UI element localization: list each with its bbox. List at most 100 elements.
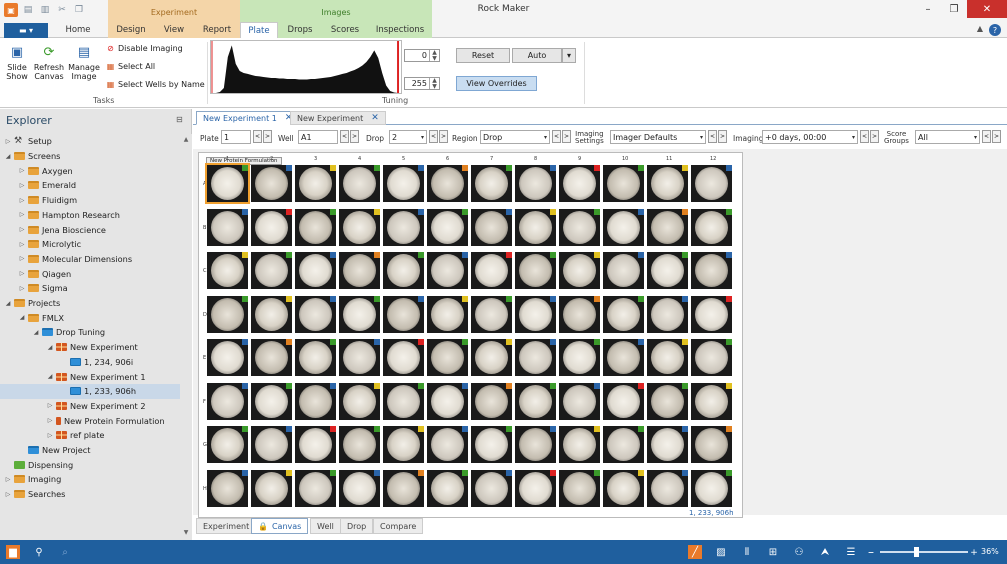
well-image[interactable]	[295, 252, 336, 289]
view-tab-experiment[interactable]: Experiment	[196, 518, 257, 534]
well-image[interactable]	[559, 208, 600, 246]
prev-icon[interactable]: <	[708, 130, 717, 143]
well-image[interactable]	[251, 208, 292, 246]
tree-item[interactable]: ◢ FMLX	[0, 310, 180, 325]
close-icon[interactable]: ✕	[967, 0, 1007, 18]
prev-icon[interactable]: <	[340, 130, 349, 143]
scroll-down-icon[interactable]: ▼	[180, 529, 192, 536]
auto-button[interactable]: Auto	[512, 48, 562, 63]
well-image[interactable]	[251, 339, 292, 376]
well-image[interactable]	[471, 339, 512, 376]
restore-icon[interactable]: ❐	[941, 0, 967, 18]
well-image[interactable]	[515, 165, 556, 202]
well-image[interactable]	[339, 208, 380, 246]
well-image[interactable]	[339, 295, 380, 333]
tab-view[interactable]: View	[154, 22, 194, 38]
well-image[interactable]	[471, 469, 512, 507]
tree-item[interactable]: ▷ Axygen	[0, 163, 180, 178]
next-icon[interactable]: >	[439, 130, 448, 143]
well-image[interactable]	[603, 382, 644, 420]
well-image[interactable]	[559, 469, 600, 507]
expand-arrow-icon[interactable]: ▷	[4, 138, 12, 145]
expand-arrow-icon[interactable]: ▷	[46, 417, 54, 424]
reset-button[interactable]: Reset	[456, 48, 510, 63]
tree-item[interactable]: ◢ New Experiment	[0, 340, 180, 355]
well-image[interactable]	[647, 295, 688, 333]
columns-icon[interactable]: ⫴	[740, 545, 754, 559]
spin-up-icon[interactable]: ▲ ▼	[429, 50, 439, 62]
next-icon[interactable]: >	[562, 130, 571, 143]
well-image[interactable]	[471, 382, 512, 420]
well-image[interactable]	[647, 469, 688, 507]
next-icon[interactable]: >	[992, 130, 1001, 143]
imaging-settings-select[interactable]: Imager Defaults ▾	[610, 130, 706, 144]
well-image[interactable]	[559, 339, 600, 376]
next-icon[interactable]: >	[870, 130, 879, 143]
tab-home[interactable]: Home	[56, 22, 100, 38]
drop-select[interactable]: 2 ▾	[389, 130, 427, 144]
view-tab-well[interactable]: Well	[310, 518, 341, 534]
well-image[interactable]	[691, 208, 732, 246]
well-image[interactable]	[383, 252, 424, 289]
well-image[interactable]	[691, 382, 732, 420]
prev-icon[interactable]: <	[860, 130, 869, 143]
well-image[interactable]	[251, 295, 292, 333]
well-image[interactable]	[427, 382, 468, 420]
manage-image-button[interactable]: ▤ Manage Image	[67, 44, 101, 82]
well-image[interactable]	[205, 163, 250, 204]
tree-item[interactable]: ▷ Fluidigm	[0, 193, 180, 208]
tree-item[interactable]: ▷ Jena Bioscience	[0, 222, 180, 237]
well-image[interactable]	[647, 382, 688, 420]
tree-item[interactable]: ▷ Sigma	[0, 281, 180, 296]
well-image[interactable]	[471, 426, 512, 463]
well-image[interactable]	[691, 295, 732, 333]
spin-down-icon[interactable]: ▲ ▼	[429, 78, 439, 90]
well-image[interactable]	[559, 426, 600, 463]
tuning-low-input[interactable]: 0 ▲ ▼	[404, 49, 440, 62]
save-all-icon[interactable]: ▥	[38, 3, 52, 17]
doc-tab-new-experiment[interactable]: New Experiment ✕	[290, 111, 386, 125]
tree-item[interactable]: ▷ Searches	[0, 487, 180, 502]
tree-item[interactable]: ◢ Drop Tuning	[0, 325, 180, 340]
well-image[interactable]	[471, 165, 512, 202]
tree-item[interactable]: ▷ Imaging	[0, 472, 180, 487]
collapse-arrow-icon[interactable]: ◢	[46, 373, 54, 380]
refresh-canvas-button[interactable]: ⟳ Refresh Canvas	[33, 44, 65, 82]
well-image[interactable]	[383, 469, 424, 507]
explorer-scrollbar[interactable]	[180, 134, 192, 540]
tree-item[interactable]: Dispensing	[0, 457, 180, 472]
well-image[interactable]	[339, 339, 380, 376]
prev-icon[interactable]: <	[429, 130, 438, 143]
well-image[interactable]	[251, 165, 292, 202]
well-image[interactable]	[383, 339, 424, 376]
well-image[interactable]	[295, 426, 336, 463]
select-wells-by-name-button[interactable]: ▦ Select Wells by Name	[106, 80, 205, 89]
cut-icon[interactable]: ✂	[55, 3, 69, 17]
save-icon[interactable]: ▤	[21, 3, 35, 17]
score-groups-select[interactable]: All ▾	[915, 130, 980, 144]
scroll-up-icon[interactable]: ▲	[180, 136, 192, 143]
well-image[interactable]	[647, 426, 688, 463]
binoculars-icon[interactable]: ⚲	[32, 545, 46, 559]
well-image[interactable]	[207, 208, 248, 246]
well-image[interactable]	[251, 382, 292, 420]
well-image[interactable]	[515, 426, 556, 463]
well-image[interactable]	[647, 339, 688, 376]
well-image[interactable]	[603, 165, 644, 202]
well-image[interactable]	[339, 382, 380, 420]
well-image[interactable]	[647, 208, 688, 246]
tree-item[interactable]: ▷ New Experiment 2	[0, 399, 180, 414]
tree-item[interactable]: ▷ Molecular Dimensions	[0, 252, 180, 267]
well-image[interactable]	[515, 208, 556, 246]
region-select[interactable]: Drop ▾	[480, 130, 550, 144]
app-icon[interactable]: ▣	[4, 3, 18, 17]
navigate-icon[interactable]: ⮝	[818, 545, 832, 559]
view-tab-compare[interactable]: Compare	[373, 518, 424, 534]
prev-icon[interactable]: <	[253, 130, 262, 143]
help-icon[interactable]: ?	[989, 24, 1001, 36]
expand-arrow-icon[interactable]: ▷	[4, 476, 12, 483]
well-image[interactable]	[515, 295, 556, 333]
well-image[interactable]	[559, 382, 600, 420]
expand-arrow-icon[interactable]: ▷	[18, 241, 26, 248]
well-image[interactable]	[339, 469, 380, 507]
